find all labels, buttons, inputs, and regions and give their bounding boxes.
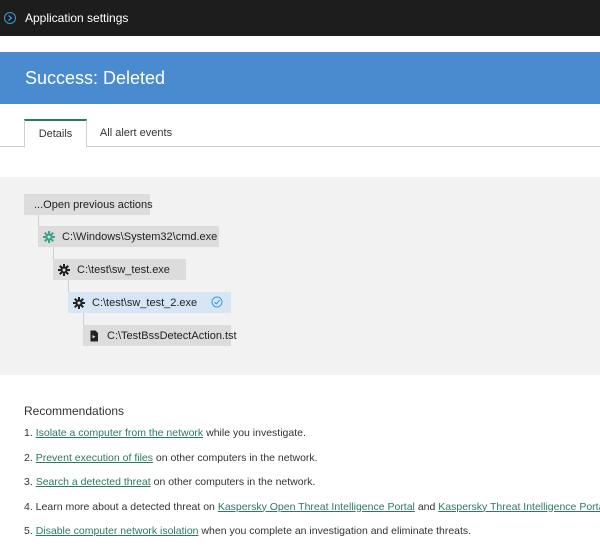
window-titlebar: Application settings: [0, 0, 600, 36]
open-previous-actions-button[interactable]: ...Open previous actions: [24, 194, 153, 215]
prevent-execution-link[interactable]: Prevent execution of files: [36, 452, 153, 464]
gear-icon: [58, 263, 70, 276]
tree-node-sw-test-2[interactable]: C:\test\sw_test_2.exe: [68, 292, 231, 313]
check-circle-icon: [211, 296, 223, 308]
recommendation-item: 1. Isolate a computer from the network w…: [24, 427, 306, 439]
process-tree: ...Open previous actions C:\Windows\Syst…: [0, 177, 600, 375]
file-icon: [88, 330, 100, 342]
tree-node-label: C:\TestBssDetectAction.tst: [107, 329, 237, 342]
tree-node-sw-test[interactable]: C:\test\sw_test.exe: [53, 259, 186, 280]
window-title: Application settings: [25, 11, 129, 25]
tree-node-label: C:\Windows\System32\cmd.exe: [62, 230, 218, 243]
back-arrow-icon[interactable]: [4, 12, 16, 24]
tree-node-cmd[interactable]: C:\Windows\System32\cmd.exe: [38, 226, 219, 247]
isolate-computer-link[interactable]: Isolate a computer from the network: [36, 427, 204, 439]
open-threat-portal-link[interactable]: Kaspersky Open Threat Intelligence Porta…: [218, 501, 415, 513]
recommendation-item: 4. Learn more about a detected threat on…: [24, 500, 600, 525]
recommendations-heading: Recommendations: [24, 404, 125, 418]
tab-all-alert-events[interactable]: All alert events: [98, 119, 174, 147]
threat-intelligence-portal-link[interactable]: Kaspersky Threat Intelligence Portal: [438, 501, 600, 513]
recommendation-item: 5. Disable computer network isolation wh…: [24, 525, 472, 537]
recommendation-item: 3. Search a detected threat on other com…: [24, 476, 316, 488]
gear-icon: [73, 296, 85, 309]
tree-node-label: C:\test\sw_test.exe: [77, 263, 170, 276]
tree-node-testbss[interactable]: C:\TestBssDetectAction.tst: [83, 325, 237, 346]
gear-icon: [43, 230, 55, 243]
tree-node-label: C:\test\sw_test_2.exe: [92, 296, 198, 309]
tab-bar: Details All alert events: [0, 119, 600, 148]
banner-title: Success: Deleted: [25, 67, 166, 88]
disable-isolation-link[interactable]: Disable computer network isolation: [36, 525, 199, 537]
recommendations-section: Recommendations 1. Isolate a computer fr…: [24, 404, 600, 549]
tab-details[interactable]: Details: [24, 119, 87, 148]
recommendation-item: 2. Prevent execution of files on other c…: [24, 451, 318, 464]
open-previous-actions-label: ...Open previous actions: [34, 198, 153, 211]
status-banner: Success: Deleted: [0, 52, 600, 104]
search-threat-link[interactable]: Search a detected threat: [36, 476, 151, 488]
